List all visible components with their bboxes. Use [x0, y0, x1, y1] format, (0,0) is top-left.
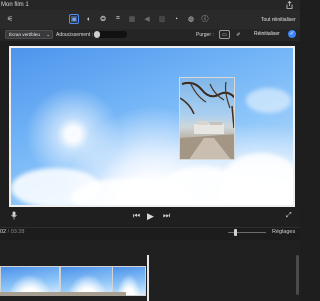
overlay-mode-value: Écran vert/bleu: [9, 32, 40, 37]
video-viewer[interactable]: [9, 46, 295, 207]
speed-icon[interactable]: ◔: [171, 14, 181, 24]
overlay-mode-select[interactable]: Écran vert/bleu ⌄: [5, 30, 53, 39]
reset-all-button[interactable]: Tout réinitialiser: [261, 17, 296, 23]
color-correction-icon[interactable]: ❂: [98, 14, 108, 24]
window-title: Mon film 1: [1, 2, 29, 8]
cleanup-label: Purger :: [196, 32, 214, 38]
magic-wand-icon[interactable]: ⚟: [5, 14, 15, 24]
chevron-down-icon: ⌄: [46, 32, 50, 37]
smoothing-label: Adoucissement :: [56, 32, 93, 38]
color-balance-icon[interactable]: ◐: [84, 14, 94, 24]
crop-fit-icon[interactable]: ▣: [69, 14, 79, 24]
eraser-icon: ✐: [236, 31, 241, 38]
overlay-photo: [179, 77, 235, 160]
timecode-bar: [0, 227, 300, 241]
skip-back-icon[interactable]: ⏮: [133, 212, 140, 220]
apply-checkmark-icon[interactable]: ✓: [288, 30, 296, 38]
timecode: 02 / 03:28: [0, 229, 24, 235]
total-duration: 03:28: [10, 229, 25, 235]
playhead[interactable]: [147, 255, 149, 301]
overlay-clip-strip[interactable]: [0, 292, 126, 296]
filter-icon[interactable]: ◍: [186, 14, 196, 24]
microphone-icon[interactable]: [11, 211, 17, 222]
reset-button[interactable]: Réinitialiser: [254, 31, 280, 37]
timeline-scrollbar[interactable]: [296, 255, 299, 295]
equalizer-icon[interactable]: ▥: [157, 14, 167, 24]
share-icon[interactable]: [286, 1, 293, 9]
play-icon[interactable]: ▶: [147, 212, 154, 221]
timeline-zoom-knob[interactable]: [234, 229, 237, 236]
title-bar: [0, 0, 300, 10]
settings-button[interactable]: Réglages: [272, 229, 295, 235]
crop-icon[interactable]: ⌗: [113, 14, 123, 24]
smoothing-slider-knob[interactable]: [94, 31, 100, 38]
volume-icon[interactable]: ◀: [142, 14, 152, 24]
time-separator: /: [7, 229, 10, 235]
info-icon[interactable]: ⓘ: [200, 14, 210, 24]
fullscreen-icon[interactable]: ⤢: [286, 212, 292, 220]
skip-forward-icon[interactable]: ⏭: [163, 212, 170, 220]
cleanup-crop-button[interactable]: ▭: [219, 30, 230, 39]
stabilization-icon[interactable]: ▦: [127, 14, 137, 24]
cleanup-eraser-button[interactable]: ✐: [233, 30, 244, 39]
current-time: 02: [0, 229, 7, 235]
crop-region-icon: ▭: [222, 31, 227, 38]
